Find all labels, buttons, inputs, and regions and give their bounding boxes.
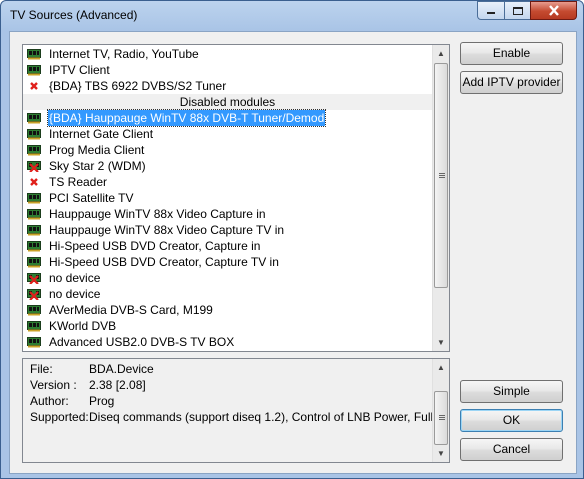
list-item-label: no device	[49, 271, 101, 285]
info-label: File:	[30, 362, 53, 376]
cancel-button[interactable]: Cancel	[460, 438, 563, 461]
tuner-card-icon	[27, 240, 41, 252]
list-item-label: Internet Gate Client	[49, 127, 154, 141]
close-icon	[548, 5, 559, 16]
close-button[interactable]	[530, 1, 577, 20]
tuner-card-error-icon	[27, 288, 41, 301]
tuner-card-icon	[27, 208, 41, 220]
list-item[interactable]: {BDA} TBS 6922 DVBS/S2 Tuner	[23, 78, 432, 94]
scroll-down-arrow-icon[interactable]: ▼	[433, 334, 449, 351]
list-item-label: TS Reader	[49, 175, 108, 189]
scroll-thumb[interactable]	[434, 63, 448, 288]
tuner-card-icon	[27, 192, 41, 204]
list-item-label: Prog Media Client	[49, 143, 145, 157]
enable-button[interactable]: Enable	[460, 42, 563, 65]
info-value: Prog	[89, 394, 115, 408]
scroll-up-arrow-icon[interactable]: ▲	[433, 45, 449, 62]
list-item-label: IPTV Client	[49, 63, 110, 77]
list-item-label: Hauppauge WinTV 88x Video Capture TV in	[49, 223, 285, 237]
list-item[interactable]: Internet Gate Client	[23, 126, 432, 142]
list-item[interactable]: Advanced USB2.0 DVB-S TV BOX	[23, 334, 432, 350]
red-x-icon	[27, 176, 41, 188]
window-title: TV Sources (Advanced)	[10, 8, 138, 22]
scroll-thumb[interactable]	[434, 391, 448, 445]
info-label: Supported:	[30, 410, 89, 424]
list-item[interactable]: {BDA} Hauppauge WinTV 88x DVB-T Tuner/De…	[23, 109, 432, 127]
list-item-label: Hi-Speed USB DVD Creator, Capture in	[49, 239, 261, 253]
list-item-label: {BDA} Hauppauge WinTV 88x DVB-T Tuner/De…	[46, 109, 327, 127]
list-item[interactable]: no device	[23, 286, 432, 302]
list-item[interactable]: IPTV Client	[23, 62, 432, 78]
tuner-card-icon	[27, 304, 41, 316]
list-group-header: Disabled modules	[23, 94, 432, 110]
info-label: Author:	[30, 394, 69, 408]
list-item-label: AVerMedia DVB-S Card, M199	[49, 303, 213, 317]
list-item[interactable]: Hi-Speed USB DVD Creator, Capture TV in	[23, 254, 432, 270]
list-item[interactable]: Hi-Speed USB DVD Creator, Capture in	[23, 238, 432, 254]
tuner-card-icon	[27, 128, 41, 140]
red-x-icon	[27, 80, 41, 92]
list-item[interactable]: Hauppauge WinTV 88x Video Capture TV in	[23, 222, 432, 238]
list-item-label: {BDA} TBS 6922 DVBS/S2 Tuner	[49, 79, 227, 93]
tuner-card-icon	[27, 224, 41, 236]
list-item[interactable]: KWorld DVB	[23, 318, 432, 334]
add-iptv-provider-button[interactable]: Add IPTV provider	[460, 71, 563, 94]
maximize-button[interactable]	[504, 1, 531, 20]
list-item[interactable]: no device	[23, 270, 432, 286]
simple-button[interactable]: Simple	[460, 380, 563, 403]
list-item-label: KWorld DVB	[49, 319, 117, 333]
list-item-label: Advanced USB2.0 DVB-S TV BOX	[49, 335, 235, 349]
list-vertical-scrollbar[interactable]: ▲ ▼	[432, 45, 449, 351]
list-item[interactable]: AVerMedia DVB-S Card, M199	[23, 302, 432, 318]
list-item[interactable]: Prog Media Client	[23, 142, 432, 158]
minimize-icon	[487, 11, 495, 14]
list-item-label: Sky Star 2 (WDM)	[49, 159, 146, 173]
list-item[interactable]: TS Reader	[23, 174, 432, 190]
tuner-card-icon	[27, 64, 41, 76]
dialog-window: TV Sources (Advanced) Internet TV, Radio…	[0, 0, 584, 479]
list-item[interactable]: Internet TV, Radio, YouTube	[23, 46, 432, 62]
tuner-card-icon	[27, 144, 41, 156]
list-item-label: Internet TV, Radio, YouTube	[49, 47, 199, 61]
tuner-card-icon	[27, 256, 41, 268]
info-value: BDA.Device	[89, 362, 154, 376]
list-item-label: no device	[49, 287, 101, 301]
tuner-card-error-icon	[27, 160, 41, 173]
dialog-client-area: Internet TV, Radio, YouTube IPTV Client {B…	[9, 31, 577, 474]
tuner-card-icon	[27, 112, 41, 124]
tuner-card-error-icon	[27, 272, 41, 285]
list-item-label: PCI Satellite TV	[49, 191, 134, 205]
list-item[interactable]: Hauppauge WinTV 88x Video Capture in	[23, 206, 432, 222]
module-info-panel: File: BDA.Device Version : 2.38 [2.08] Autho…	[22, 358, 450, 463]
info-value: 2.38 [2.08]	[89, 378, 146, 392]
ok-button[interactable]: OK	[460, 409, 563, 432]
tuner-card-icon	[27, 48, 41, 60]
sources-listbox[interactable]: Internet TV, Radio, YouTube IPTV Client {B…	[22, 44, 450, 352]
info-value: Diseq commands (support diseq 1.2), Cont…	[89, 410, 450, 424]
maximize-icon	[512, 6, 523, 15]
scroll-down-arrow-icon[interactable]: ▼	[433, 445, 449, 462]
title-bar[interactable]: TV Sources (Advanced)	[1, 1, 583, 30]
tuner-card-icon	[27, 336, 41, 348]
info-label: Version :	[30, 378, 77, 392]
list-item[interactable]: PCI Satellite TV	[23, 190, 432, 206]
list-item-label: Hi-Speed USB DVD Creator, Capture TV in	[49, 255, 279, 269]
list-item[interactable]: Sky Star 2 (WDM)	[23, 158, 432, 174]
group-header-label: Disabled modules	[179, 95, 276, 109]
info-vertical-scrollbar[interactable]: ▲ ▼	[432, 359, 449, 462]
tuner-card-icon	[27, 320, 41, 332]
scroll-up-arrow-icon[interactable]: ▲	[433, 359, 449, 376]
list-item-label: Hauppauge WinTV 88x Video Capture in	[49, 207, 266, 221]
sources-list: Internet TV, Radio, YouTube IPTV Client {B…	[23, 45, 432, 351]
minimize-button[interactable]	[477, 1, 505, 20]
